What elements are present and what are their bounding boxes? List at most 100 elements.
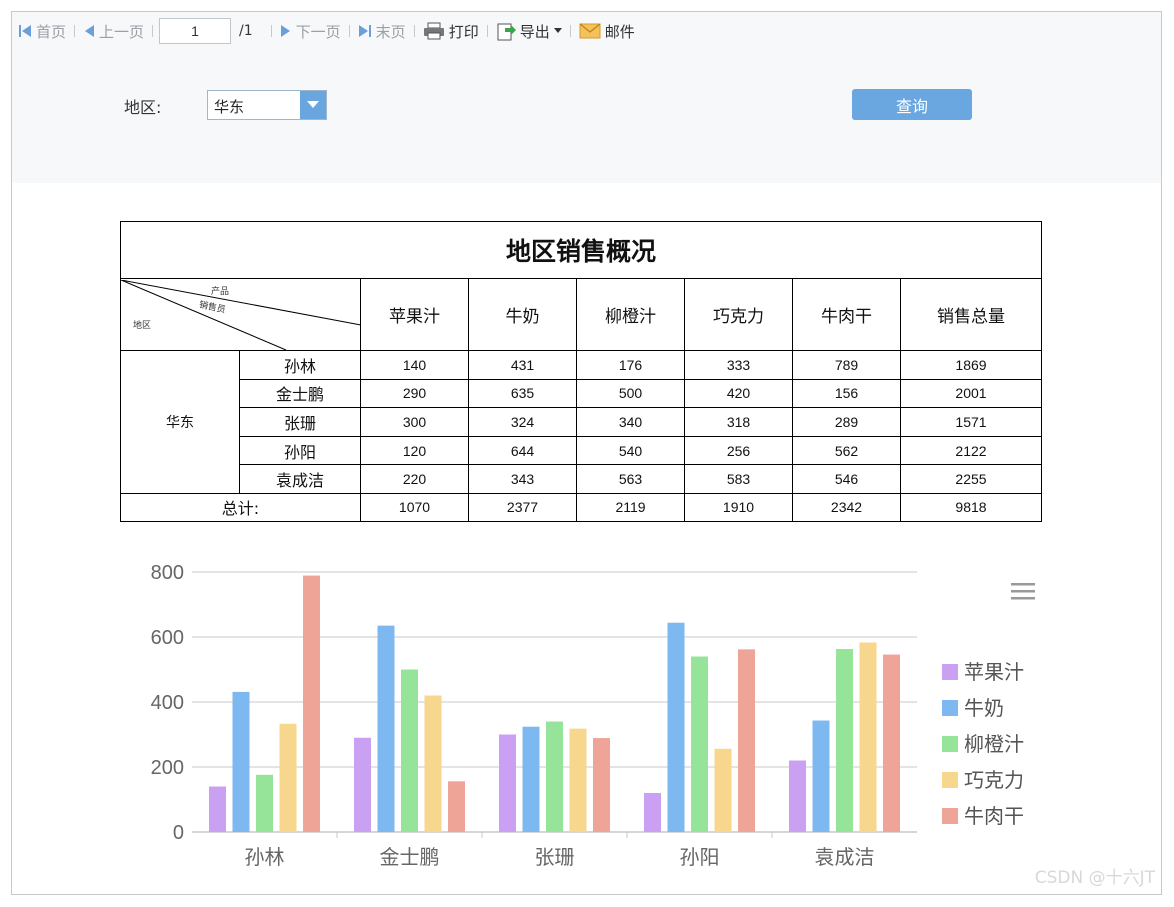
hamburger-icon	[1011, 590, 1035, 593]
bar-苹果汁	[789, 760, 806, 832]
separator	[413, 25, 415, 37]
mail-label: 邮件	[604, 22, 635, 41]
value-cell: 140	[360, 350, 469, 380]
legend-swatch	[942, 736, 958, 752]
value-cell: 324	[468, 407, 577, 437]
value-cell: 156	[792, 378, 901, 409]
value-cell: 562	[792, 435, 901, 466]
bar-巧克力	[569, 728, 587, 832]
bar-牛肉干	[448, 781, 465, 832]
region-select-value: 华东	[214, 98, 245, 116]
total-label: 总计:	[120, 492, 361, 522]
value-cell: 343	[468, 464, 577, 494]
value-cell: 1869	[900, 350, 1042, 380]
seller-name: 袁成洁	[239, 464, 361, 494]
value-cell: 540	[576, 435, 685, 466]
column-header: 苹果汁	[360, 278, 469, 351]
value-cell: 120	[360, 435, 469, 466]
first-page-button[interactable]: 首页	[12, 12, 72, 50]
total-cell: 2119	[576, 492, 685, 522]
mail-icon	[579, 23, 601, 39]
value-cell: 500	[576, 378, 685, 409]
seller-name: 孙阳	[239, 435, 361, 466]
region-label: 地区:	[124, 98, 162, 117]
next-page-label: 下一页	[295, 22, 341, 41]
seller-name: 张珊	[239, 407, 361, 437]
sales-report-table: 地区销售概况 产品 销售员 地区 苹果汁 牛奶 柳橙汁 巧克力 牛肉干 销售总量	[120, 221, 1042, 522]
hamburger-icon	[1011, 583, 1035, 586]
bar-牛奶	[667, 622, 685, 832]
legend-label: 牛奶	[964, 696, 1004, 720]
print-button[interactable]: 打印	[417, 12, 485, 50]
next-page-button[interactable]: 下一页	[274, 12, 347, 50]
first-page-icon	[18, 24, 32, 38]
bar-苹果汁	[209, 786, 226, 832]
total-cell: 1070	[360, 492, 469, 522]
corner-product: 产品	[211, 286, 230, 297]
bar-巧克力	[279, 723, 297, 832]
value-cell: 2001	[900, 378, 1042, 409]
prev-page-label: 上一页	[99, 22, 145, 41]
value-cell: 2255	[900, 464, 1042, 494]
hamburger-icon	[1011, 597, 1035, 600]
value-cell: 644	[468, 435, 577, 466]
bar-柳橙汁	[691, 656, 708, 832]
sales-bar-chart: 0 200 400 600 800 孙林 金士鹏 张珊 孙阳 袁成洁 苹果汁牛奶柳橙汁巧克力牛肉干	[151, 562, 1035, 869]
legend-swatch	[942, 700, 958, 716]
separator	[152, 25, 154, 37]
export-button[interactable]: 导出	[490, 12, 568, 50]
chevron-down-icon	[553, 28, 562, 34]
export-label: 导出	[519, 22, 550, 41]
y-tick-label: 600	[151, 627, 184, 649]
total-cell: 2342	[792, 492, 901, 522]
bar-巧克力	[424, 695, 442, 832]
value-cell: 318	[684, 407, 793, 437]
y-tick-label: 800	[151, 562, 184, 584]
bar-牛肉干	[738, 649, 755, 832]
last-page-label: 末页	[375, 22, 406, 41]
x-tick-label: 袁成洁	[815, 845, 875, 869]
column-header: 巧克力	[684, 278, 793, 351]
value-cell: 1571	[900, 407, 1042, 437]
value-cell: 300	[360, 407, 469, 437]
value-cell: 176	[576, 350, 685, 380]
legend-swatch	[942, 772, 958, 788]
legend-swatch	[942, 808, 958, 824]
last-page-icon	[358, 24, 372, 38]
total-cell: 2377	[468, 492, 577, 522]
bar-巧克力	[859, 642, 877, 832]
total-row: 总计: 1070 2377 2119 1910 2342 9818	[120, 492, 1042, 522]
value-cell: 546	[792, 464, 901, 494]
value-cell: 583	[684, 464, 793, 494]
seller-name: 金士鹏	[239, 378, 361, 409]
page-number-input[interactable]	[159, 18, 232, 44]
y-tick-label: 0	[173, 822, 184, 844]
corner-header: 产品 销售员 地区	[120, 278, 361, 351]
legend-label: 巧克力	[964, 768, 1024, 792]
printer-icon	[423, 22, 445, 40]
query-button[interactable]: 查询	[852, 89, 972, 120]
x-tick-label: 孙阳	[680, 845, 720, 869]
seller-name: 孙林	[239, 350, 361, 380]
region-select[interactable]: 华东	[207, 90, 327, 120]
mail-button[interactable]: 邮件	[573, 12, 641, 50]
export-icon	[496, 21, 516, 41]
value-cell: 340	[576, 407, 685, 437]
value-cell: 2122	[900, 435, 1042, 466]
column-header: 销售总量	[900, 278, 1042, 351]
chevron-down-icon[interactable]	[300, 91, 326, 119]
column-header: 牛奶	[468, 278, 577, 351]
last-page-button[interactable]: 末页	[352, 12, 412, 50]
x-tick-label: 孙林	[245, 845, 285, 869]
watermark: CSDN @十六JT	[1034, 868, 1155, 888]
print-label: 打印	[448, 22, 479, 41]
prev-page-icon	[83, 24, 95, 38]
y-tick-label: 400	[151, 692, 184, 714]
bar-牛奶	[812, 720, 830, 832]
legend-label: 柳橙汁	[964, 732, 1024, 756]
value-cell: 789	[792, 350, 901, 380]
bar-牛奶	[522, 726, 540, 832]
separator	[348, 25, 350, 37]
prev-page-button[interactable]: 上一页	[77, 12, 150, 50]
region-cell: 华东	[120, 350, 240, 494]
